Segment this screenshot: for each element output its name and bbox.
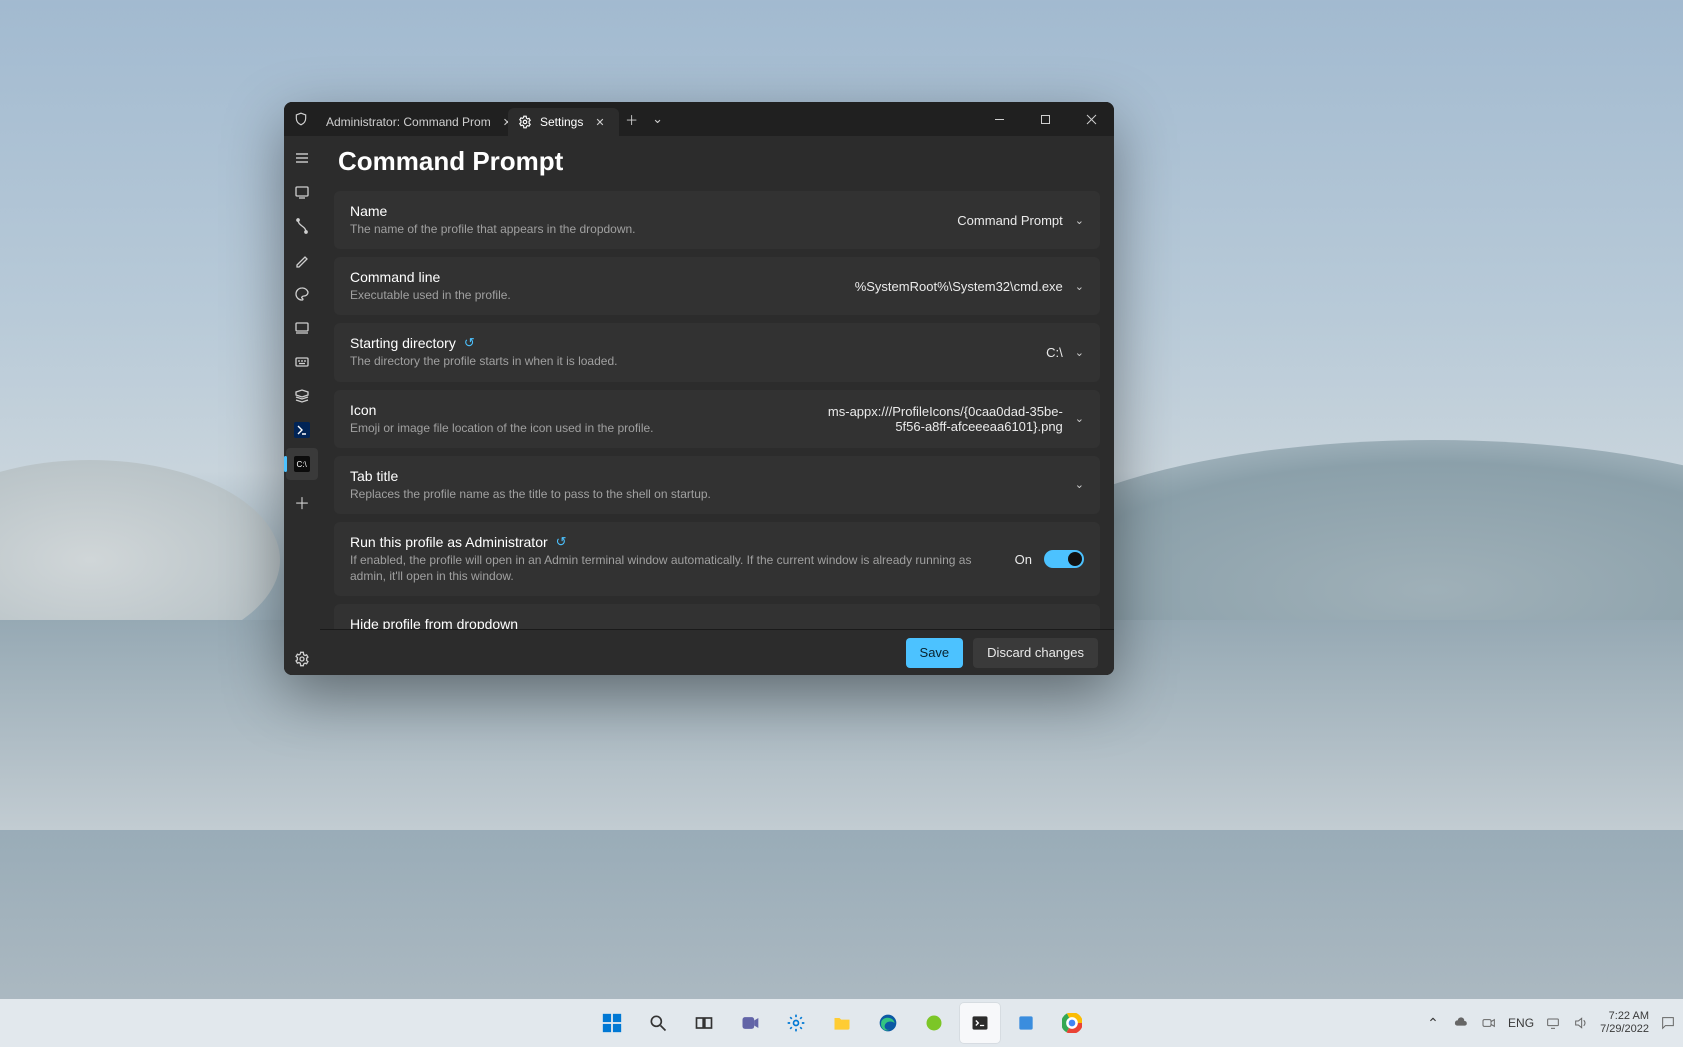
setting-value: Command Prompt: [957, 213, 1062, 228]
setting-desc: If enabled, the profile will open in an …: [350, 552, 1003, 584]
maximize-button[interactable]: [1022, 102, 1068, 136]
setting-label: Starting directory: [350, 335, 456, 351]
setting-label: Name: [350, 203, 945, 219]
tray-chevron-icon[interactable]: ⌃: [1424, 1014, 1442, 1032]
save-button[interactable]: Save: [906, 638, 964, 668]
close-button[interactable]: [1068, 102, 1114, 136]
tab-close-button[interactable]: ✕: [499, 114, 508, 131]
reset-icon[interactable]: ↺: [464, 335, 475, 351]
runadmin-toggle[interactable]: [1044, 550, 1084, 568]
setting-icon-expander[interactable]: Icon Emoji or image file location of the…: [334, 390, 1100, 448]
setting-desc: The directory the profile starts in when…: [350, 353, 1034, 369]
sidebar-add-profile-button[interactable]: ＋: [286, 482, 318, 514]
taskview-button[interactable]: [684, 1003, 724, 1043]
taskbar-app-chrome[interactable]: [1052, 1003, 1092, 1043]
setting-value: %SystemRoot%\System32\cmd.exe: [855, 279, 1063, 294]
setting-desc: Emoji or image file location of the icon…: [350, 420, 811, 436]
setting-runadmin-row: Run this profile as Administrator ↺ If e…: [334, 522, 1100, 596]
toggle-state-label: On: [1015, 552, 1032, 567]
sidebar-profile-powershell[interactable]: [286, 414, 318, 446]
setting-hide-row: Hide profile from dropdown If enabled, t…: [334, 604, 1100, 629]
setting-startdir-expander[interactable]: Starting directory ↺ The directory the p…: [334, 323, 1100, 381]
sidebar-defaults-icon[interactable]: [286, 380, 318, 412]
settings-footer: Save Discard changes: [320, 629, 1114, 675]
setting-commandline-expander[interactable]: Command line Executable used in the prof…: [334, 257, 1100, 315]
sidebar-interaction-icon[interactable]: [286, 210, 318, 242]
minimize-button[interactable]: [976, 102, 1022, 136]
sidebar-appearance-icon[interactable]: [286, 244, 318, 276]
titlebar: C:\ Administrator: Command Prom ✕ Settin…: [284, 102, 1114, 136]
setting-value: ms-appx:///ProfileIcons/{0caa0dad-35be-5…: [823, 404, 1063, 434]
tray-network-icon[interactable]: [1544, 1014, 1562, 1032]
taskbar-app-terminal[interactable]: [960, 1003, 1000, 1043]
tab-close-button[interactable]: ✕: [591, 114, 608, 131]
start-button[interactable]: [592, 1003, 632, 1043]
setting-label: Tab title: [350, 468, 1063, 484]
taskbar-app-teams[interactable]: [730, 1003, 770, 1043]
taskbar-app-generic-blue[interactable]: [1006, 1003, 1046, 1043]
tray-time: 7:22 AM: [1600, 1010, 1649, 1023]
tab-dropdown-button[interactable]: ⌄: [645, 102, 671, 136]
chevron-down-icon: ⌄: [1075, 280, 1084, 293]
setting-label: Run this profile as Administrator: [350, 534, 548, 550]
settings-scroll-area[interactable]: Name The name of the profile that appear…: [320, 191, 1114, 629]
chevron-down-icon: ⌄: [1075, 412, 1084, 425]
chevron-down-icon: ⌄: [1075, 478, 1084, 491]
setting-desc: Executable used in the profile.: [350, 287, 843, 303]
tray-date: 7/29/2022: [1600, 1023, 1649, 1036]
tray-clock[interactable]: 7:22 AM 7/29/2022: [1600, 1010, 1649, 1035]
taskbar-app-explorer[interactable]: [822, 1003, 862, 1043]
terminal-settings-window: C:\ Administrator: Command Prom ✕ Settin…: [284, 102, 1114, 675]
tray-volume-icon[interactable]: [1572, 1014, 1590, 1032]
sidebar-colorschemes-icon[interactable]: [286, 278, 318, 310]
tab-label: Administrator: Command Prom: [326, 115, 491, 129]
tab-settings[interactable]: Settings ✕: [508, 108, 619, 136]
search-button[interactable]: [638, 1003, 678, 1043]
page-title: Command Prompt: [320, 136, 1114, 191]
setting-tabtitle-expander[interactable]: Tab title Replaces the profile name as t…: [334, 456, 1100, 514]
setting-desc: Replaces the profile name as the title t…: [350, 486, 1063, 502]
setting-name-expander[interactable]: Name The name of the profile that appear…: [334, 191, 1100, 249]
gear-icon: [518, 115, 532, 129]
tab-label: Settings: [540, 115, 583, 129]
chevron-down-icon: ⌄: [1075, 346, 1084, 359]
setting-label: Hide profile from dropdown: [350, 616, 1003, 629]
sidebar-actions-icon[interactable]: [286, 346, 318, 378]
setting-value: C:\: [1046, 345, 1063, 360]
setting-desc: The name of the profile that appears in …: [350, 221, 945, 237]
sidebar-startup-icon[interactable]: [286, 176, 318, 208]
reset-icon[interactable]: ↺: [556, 534, 567, 550]
tray-meetnow-icon[interactable]: [1480, 1014, 1498, 1032]
tray-onedrive-icon[interactable]: [1452, 1014, 1470, 1032]
setting-label: Command line: [350, 269, 843, 285]
setting-label: Icon: [350, 402, 811, 418]
sidebar-profile-cmd[interactable]: C:\: [286, 448, 318, 480]
chevron-down-icon: ⌄: [1075, 214, 1084, 227]
new-tab-button[interactable]: ＋: [619, 102, 645, 136]
sidebar-settings-gear[interactable]: [286, 643, 318, 675]
settings-sidebar: C:\ ＋: [284, 136, 320, 675]
svg-text:C:\: C:\: [297, 460, 308, 469]
tab-admin-cmd[interactable]: C:\ Administrator: Command Prom ✕: [308, 108, 508, 136]
taskbar: ⌃ ENG 7:22 AM 7/29/2022: [0, 999, 1683, 1047]
tray-notifications-icon[interactable]: [1659, 1014, 1677, 1032]
taskbar-app-generic-green[interactable]: [914, 1003, 954, 1043]
sidebar-rendering-icon[interactable]: [286, 312, 318, 344]
discard-button[interactable]: Discard changes: [973, 638, 1098, 668]
taskbar-app-edge[interactable]: [868, 1003, 908, 1043]
taskbar-app-settings[interactable]: [776, 1003, 816, 1043]
shield-icon: [294, 112, 308, 126]
tray-language[interactable]: ENG: [1508, 1016, 1534, 1030]
plus-icon: ＋: [294, 490, 310, 506]
hamburger-button[interactable]: [286, 142, 318, 174]
